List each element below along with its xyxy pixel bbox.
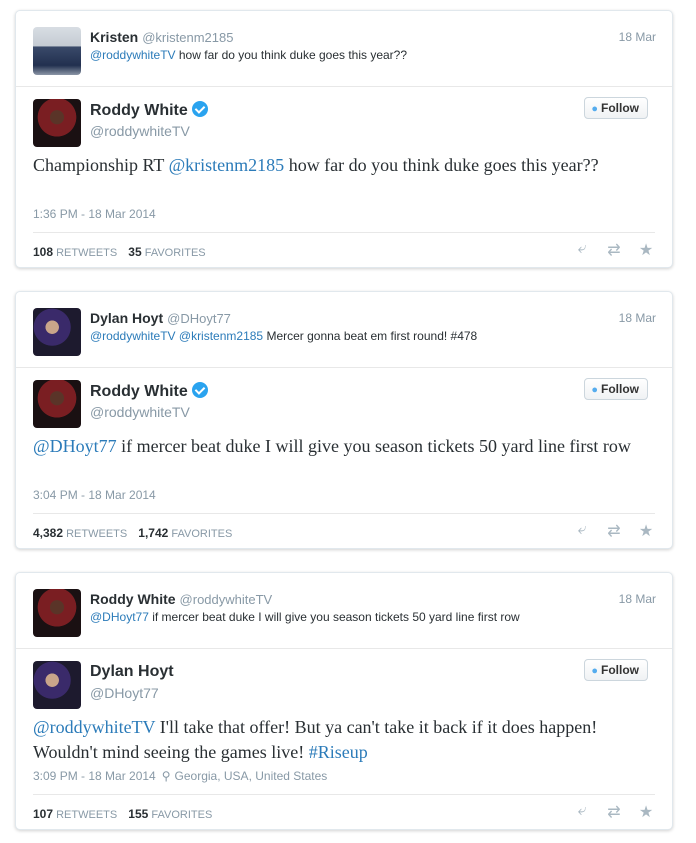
tweet-stats: 4,382 RETWEETS 1,742 FAVORITES <box>33 526 232 540</box>
author-name[interactable]: Dylan Hoyt <box>90 663 174 680</box>
follow-label: Follow <box>601 101 639 115</box>
author-name[interactable]: Roddy White <box>90 383 188 400</box>
retweets-label: RETWEETS <box>56 809 118 821</box>
favorite-count[interactable]: 1,742 <box>138 526 168 540</box>
in-reply-to-tweet[interactable]: Dylan Hoyt @DHoyt77 18 Mar @roddywhiteTV … <box>16 292 672 368</box>
avatar[interactable] <box>33 99 81 147</box>
favorites-label: FAVORITES <box>151 809 213 821</box>
main-tweet: Roddy White @roddywhiteTV ● Follow @DHoyt… <box>16 368 672 548</box>
tweet-card: Dylan Hoyt @DHoyt77 18 Mar @roddywhiteTV … <box>15 291 673 549</box>
mention-link[interactable]: @DHoyt77 <box>90 610 149 624</box>
author-name[interactable]: Roddy White <box>90 102 188 119</box>
reply-icon[interactable]: ⤶ <box>572 521 592 541</box>
reply-icon[interactable]: ⤶ <box>572 240 592 260</box>
tweet-card: Roddy White @roddywhiteTV 18 Mar @DHoyt77… <box>15 572 673 830</box>
retweets-label: RETWEETS <box>66 528 128 540</box>
reply-author-handle[interactable]: @DHoyt77 <box>167 311 231 326</box>
divider <box>33 794 655 795</box>
retweet-icon[interactable]: ⇄ <box>604 521 624 541</box>
reply-icon[interactable]: ⤶ <box>572 802 592 822</box>
reply-text: @roddywhiteTV @kristenm2185 Mercer gonna… <box>90 329 477 343</box>
mention-link[interactable]: @DHoyt77 <box>33 436 117 456</box>
mention-link[interactable]: @roddywhiteTV @kristenm2185 <box>90 329 263 343</box>
retweet-count[interactable]: 4,382 <box>33 526 63 540</box>
reply-author-name[interactable]: Dylan Hoyt <box>90 310 163 326</box>
twitter-bird-icon: ● <box>591 665 598 677</box>
location-pin-icon: ⚲ <box>161 769 171 783</box>
reply-date[interactable]: 18 Mar <box>619 30 656 44</box>
retweets-label: RETWEETS <box>56 247 118 259</box>
reply-author-name[interactable]: Kristen <box>90 29 138 45</box>
tweet-timestamp[interactable]: 3:04 PM - 18 Mar 2014 <box>33 488 156 502</box>
verified-badge-icon <box>191 382 208 398</box>
tweet-text-body: how far do you think duke goes this year… <box>284 155 599 175</box>
reply-date[interactable]: 18 Mar <box>619 592 656 606</box>
reply-author-handle[interactable]: @roddywhiteTV <box>180 592 273 607</box>
favorite-count[interactable]: 155 <box>128 807 148 821</box>
follow-label: Follow <box>601 663 639 677</box>
avatar[interactable] <box>33 27 81 75</box>
tweet-text-prefix: Championship RT <box>33 155 169 175</box>
hashtag-link[interactable]: #Riseup <box>309 742 368 762</box>
reply-author-name[interactable]: Roddy White <box>90 591 176 607</box>
verified-badge-icon <box>191 101 208 117</box>
twitter-bird-icon: ● <box>591 103 598 115</box>
tweet-text: Championship RT @kristenm2185 how far do… <box>33 153 653 178</box>
follow-button[interactable]: ● Follow <box>584 97 648 119</box>
retweet-count[interactable]: 107 <box>33 807 53 821</box>
follow-button[interactable]: ● Follow <box>584 378 648 400</box>
in-reply-to-tweet[interactable]: Roddy White @roddywhiteTV 18 Mar @DHoyt77… <box>16 573 672 649</box>
tweet-text-body: if mercer beat duke I will give you seas… <box>116 436 631 456</box>
tweet-timestamp[interactable]: 1:36 PM - 18 Mar 2014 <box>33 207 156 221</box>
tweet-timestamp[interactable]: 3:09 PM - 18 Mar 2014 <box>33 769 156 783</box>
reply-text-body: how far do you think duke goes this year… <box>175 48 408 62</box>
reply-text: @DHoyt77 if mercer beat duke I will give… <box>90 610 520 624</box>
tweet-text: @roddywhiteTV I'll take that offer! But … <box>33 715 653 765</box>
main-tweet: Dylan Hoyt @DHoyt77 ● Follow @roddywhiteT… <box>16 649 672 829</box>
follow-button[interactable]: ● Follow <box>584 659 648 681</box>
divider <box>33 513 655 514</box>
author-handle[interactable]: @DHoyt77 <box>90 685 159 701</box>
tweet-actions: ⤶ ⇄ ★ <box>572 240 656 260</box>
reply-text-body: Mercer gonna beat em first round! #478 <box>263 329 478 343</box>
author-handle[interactable]: @roddywhiteTV <box>90 123 190 139</box>
follow-label: Follow <box>601 382 639 396</box>
favorites-label: FAVORITES <box>144 247 206 259</box>
mention-link[interactable]: @roddywhiteTV <box>33 717 155 737</box>
tweet-actions: ⤶ ⇄ ★ <box>572 521 656 541</box>
mention-link[interactable]: @kristenm2185 <box>169 155 285 175</box>
retweet-count[interactable]: 108 <box>33 245 53 259</box>
tweet-location[interactable]: Georgia, USA, United States <box>175 769 328 783</box>
avatar[interactable] <box>33 380 81 428</box>
author-handle[interactable]: @roddywhiteTV <box>90 404 190 420</box>
avatar[interactable] <box>33 589 81 637</box>
tweet-text: @DHoyt77 if mercer beat duke I will give… <box>33 434 653 459</box>
tweet-stats: 107 RETWEETS 155 FAVORITES <box>33 807 212 821</box>
favorites-label: FAVORITES <box>171 528 233 540</box>
avatar[interactable] <box>33 308 81 356</box>
tweet-card: Kristen @kristenm2185 18 Mar @roddywhiteT… <box>15 10 673 268</box>
star-icon[interactable]: ★ <box>636 521 656 541</box>
reply-text: @roddywhiteTV how far do you think duke … <box>90 48 407 62</box>
twitter-bird-icon: ● <box>591 384 598 396</box>
main-tweet: Roddy White @roddywhiteTV ● Follow Champi… <box>16 87 672 267</box>
star-icon[interactable]: ★ <box>636 240 656 260</box>
mention-link[interactable]: @roddywhiteTV <box>90 48 176 62</box>
tweet-stats: 108 RETWEETS 35 FAVORITES <box>33 245 206 259</box>
reply-text-body: if mercer beat duke I will give you seas… <box>148 610 520 624</box>
tweet-actions: ⤶ ⇄ ★ <box>572 802 656 822</box>
star-icon[interactable]: ★ <box>636 802 656 822</box>
in-reply-to-tweet[interactable]: Kristen @kristenm2185 18 Mar @roddywhiteT… <box>16 11 672 87</box>
avatar[interactable] <box>33 661 81 709</box>
tweet-meta: 3:09 PM - 18 Mar 2014 ⚲ Georgia, USA, Unit… <box>33 769 327 783</box>
reply-date[interactable]: 18 Mar <box>619 311 656 325</box>
divider <box>33 232 655 233</box>
retweet-icon[interactable]: ⇄ <box>604 240 624 260</box>
reply-author-handle[interactable]: @kristenm2185 <box>142 30 233 45</box>
retweet-icon[interactable]: ⇄ <box>604 802 624 822</box>
favorite-count[interactable]: 35 <box>128 245 141 259</box>
